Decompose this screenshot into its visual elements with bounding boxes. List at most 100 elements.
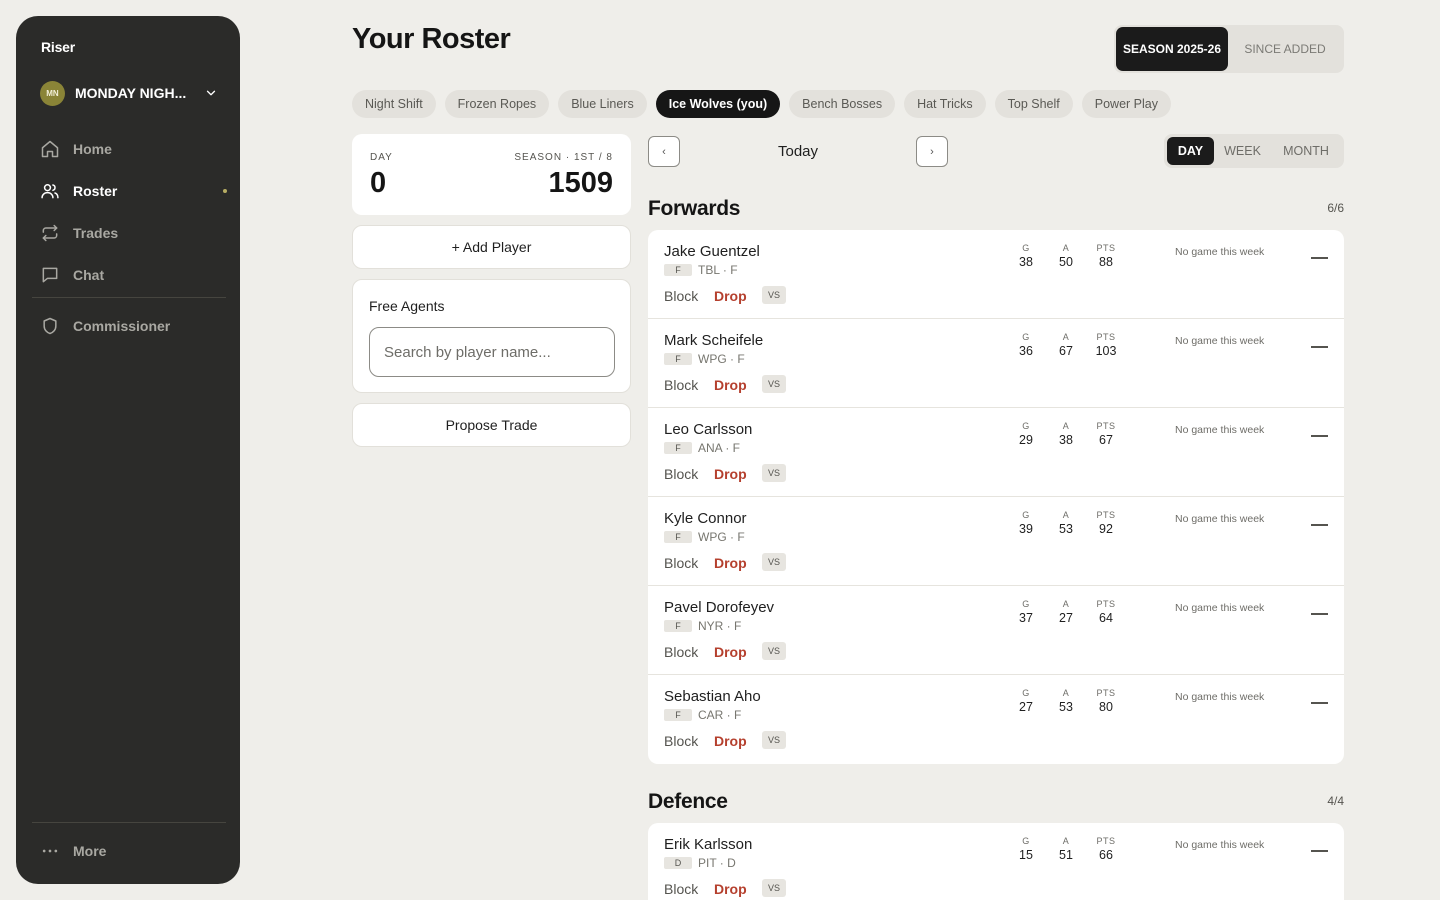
stat-label: G [1022, 688, 1030, 698]
lineup-slot-toggle[interactable] [1311, 524, 1328, 526]
drop-button[interactable]: Drop [714, 881, 747, 897]
block-button[interactable]: Block [664, 881, 698, 897]
team-tab[interactable]: Top Shelf [994, 90, 1073, 118]
vs-button[interactable]: VS [762, 464, 786, 482]
team-tab[interactable]: Hat Tricks [904, 90, 986, 118]
season-option-current[interactable]: SEASON 2025-26 [1116, 27, 1228, 71]
lineup-slot-toggle[interactable] [1311, 850, 1328, 852]
block-button[interactable]: Block [664, 466, 698, 482]
nav-divider [32, 297, 226, 298]
position-badge: D [664, 857, 692, 869]
player-team: CAR · F [698, 708, 742, 722]
nav-label: Commissioner [73, 318, 171, 334]
nav-item-chat[interactable]: Chat [40, 254, 230, 296]
block-button[interactable]: Block [664, 288, 698, 304]
stat-points: PTS 103 [1086, 332, 1126, 358]
player-row[interactable]: Leo Carlsson F ANA · F Block Drop VS G 29 A 38 PTS… [648, 408, 1344, 497]
block-button[interactable]: Block [664, 733, 698, 749]
stat-points: PTS 88 [1086, 243, 1126, 269]
team-tab[interactable]: Frozen Ropes [444, 90, 550, 118]
team-tab[interactable]: Bench Bosses [789, 90, 896, 118]
player-name[interactable]: Mark Scheifele [664, 332, 763, 349]
player-team: ANA · F [698, 441, 741, 455]
player-name[interactable]: Kyle Connor [664, 510, 747, 527]
vs-button[interactable]: VS [762, 553, 786, 571]
lineup-slot-toggle[interactable] [1311, 346, 1328, 348]
player-search-input[interactable] [369, 327, 615, 377]
season-option-since-added[interactable]: SINCE ADDED [1228, 27, 1342, 71]
free-agents-card: Free Agents [352, 279, 631, 393]
nav-item-commissioner[interactable]: Commissioner [40, 305, 230, 347]
nav-label: Roster [73, 183, 118, 199]
stat-assists: A 53 [1046, 510, 1086, 536]
player-row[interactable]: Mark Scheifele F WPG · F Block Drop VS G 36 A 67 P… [648, 319, 1344, 408]
stat-label: A [1062, 332, 1070, 342]
stat-label: G [1022, 836, 1030, 846]
stat-label: PTS [1096, 599, 1116, 609]
player-row[interactable]: Sebastian Aho F CAR · F Block Drop VS G 27 A 53 PT… [648, 675, 1344, 764]
drop-button[interactable]: Drop [714, 733, 747, 749]
stat-value: 38 [1019, 255, 1033, 269]
section-title-forwards: Forwards [648, 197, 741, 220]
lineup-slot-toggle[interactable] [1311, 702, 1328, 704]
player-name[interactable]: Jake Guentzel [664, 243, 760, 260]
block-button[interactable]: Block [664, 555, 698, 571]
drop-button[interactable]: Drop [714, 288, 747, 304]
range-option-day[interactable]: DAY [1167, 137, 1214, 165]
stat-goals: G 15 [1006, 836, 1046, 862]
stat-goals: G 29 [1006, 421, 1046, 447]
player-row[interactable]: Jake Guentzel F TBL · F Block Drop VS G 38 A 50 PT… [648, 230, 1344, 319]
prev-date-button[interactable]: ‹ [648, 136, 680, 167]
team-tab-active[interactable]: Ice Wolves (you) [655, 90, 781, 118]
league-switcher[interactable]: MN MONDAY NIGH... [40, 80, 218, 106]
player-row[interactable]: Kyle Connor F WPG · F Block Drop VS G 39 A 53 PTS 9… [648, 497, 1344, 586]
team-tab[interactable]: Night Shift [352, 90, 436, 118]
drop-button[interactable]: Drop [714, 466, 747, 482]
drop-button[interactable]: Drop [714, 377, 747, 393]
nav-item-home[interactable]: Home [40, 128, 230, 170]
vs-button[interactable]: VS [762, 731, 786, 749]
lineup-slot-toggle[interactable] [1311, 613, 1328, 615]
stat-value: 27 [1019, 700, 1033, 714]
stat-goals: G 39 [1006, 510, 1046, 536]
team-tab[interactable]: Power Play [1081, 90, 1171, 118]
stat-value: 53 [1059, 522, 1073, 536]
player-name[interactable]: Pavel Dorofeyev [664, 599, 774, 616]
nav-item-trades[interactable]: Trades [40, 212, 230, 254]
team-tab[interactable]: Blue Liners [558, 90, 647, 118]
player-name[interactable]: Erik Karlsson [664, 836, 752, 853]
drop-button[interactable]: Drop [714, 555, 747, 571]
lineup-slot-toggle[interactable] [1311, 257, 1328, 259]
vs-button[interactable]: VS [762, 642, 786, 660]
vs-button[interactable]: VS [762, 375, 786, 393]
next-date-button[interactable]: › [916, 136, 948, 167]
block-button[interactable]: Block [664, 377, 698, 393]
range-option-month[interactable]: MONTH [1271, 137, 1341, 165]
brand-logo[interactable]: Riser [41, 39, 75, 55]
stat-value: 38 [1059, 433, 1073, 447]
nav-commissioner-group: Commissioner [40, 305, 230, 347]
stat-points: PTS 92 [1086, 510, 1126, 536]
position-badge: F [664, 442, 692, 454]
lineup-slot-toggle[interactable] [1311, 435, 1328, 437]
nav-label: Trades [73, 225, 119, 241]
player-name[interactable]: Sebastian Aho [664, 688, 761, 705]
player-team: PIT · D [698, 856, 736, 870]
vs-button[interactable]: VS [762, 286, 786, 304]
drop-button[interactable]: Drop [714, 644, 747, 660]
add-player-button[interactable]: + Add Player [352, 225, 631, 269]
range-option-week[interactable]: WEEK [1214, 137, 1271, 165]
nav-item-more[interactable]: More [40, 830, 230, 872]
vs-button[interactable]: VS [762, 879, 786, 897]
block-button[interactable]: Block [664, 644, 698, 660]
stat-value: 36 [1019, 344, 1033, 358]
nav-more-group: More [40, 830, 230, 872]
player-row[interactable]: Pavel Dorofeyev F NYR · F Block Drop VS G 37 A 27… [648, 586, 1344, 675]
player-name[interactable]: Leo Carlsson [664, 421, 752, 438]
propose-trade-button[interactable]: Propose Trade [352, 403, 631, 447]
stat-value: 50 [1059, 255, 1073, 269]
ellipsis-icon [42, 849, 58, 853]
section-title-defence: Defence [648, 790, 728, 813]
player-row[interactable]: Erik Karlsson D PIT · D Block Drop VS G 15 A 51 PT… [648, 823, 1344, 900]
nav-item-roster[interactable]: Roster [40, 170, 230, 212]
